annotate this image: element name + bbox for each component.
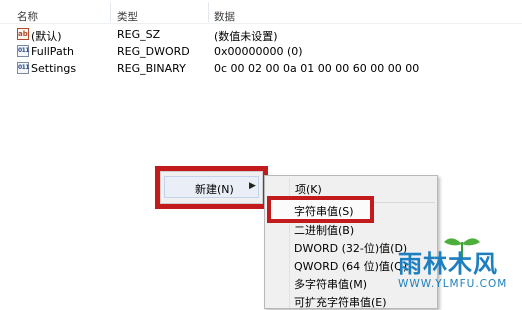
value-name: FullPath [31,45,74,58]
value-type: REG_SZ [117,28,161,41]
registry-value-row[interactable]: 011 FullPath REG_DWORD 0x00000000 (0) [0,44,522,61]
menu-item-multi-string-value[interactable]: 多字符串值(M) [294,276,367,292]
menu-item-new-label: 新建(N) [195,183,234,196]
menu-item-string-value[interactable]: 字符串值(S) [294,203,354,219]
registry-value-row[interactable]: ab (默认) REG_SZ (数值未设置) [0,27,522,44]
value-name: (默认) [31,30,62,43]
list-header: 名称 类型 数据 [0,0,522,24]
context-menu: 新建(N) ▶ [160,171,263,204]
value-type: REG_DWORD [117,45,190,58]
submenu-arrow-icon: ▶ [249,181,256,191]
watermark-text: 雨林木风 [398,250,498,278]
watermark-url: WWW.YLMFU.COM [398,278,508,290]
binary-value-icon: 011 [17,62,30,74]
value-name: Settings [31,62,77,75]
column-divider[interactable] [110,2,111,22]
watermark: 雨林木风 WWW.YLMFU.COM [368,232,522,302]
header-divider [0,23,522,24]
value-data: 0x00000000 (0) [214,45,303,58]
menu-item-binary-value[interactable]: 二进制值(B) [294,222,354,238]
column-header-type[interactable]: 类型 [117,9,138,24]
registry-value-row[interactable]: 011 Settings REG_BINARY 0c 00 02 00 0a 0… [0,61,522,78]
string-value-icon: ab [17,28,29,40]
menu-item-key[interactable]: 项(K) [295,181,322,197]
column-header-name[interactable]: 名称 [17,9,38,24]
column-header-data[interactable]: 数据 [214,9,235,24]
binary-value-icon: 011 [17,45,30,57]
value-data: (数值未设置) [214,30,278,43]
menu-item-new[interactable]: 新建(N) ▶ [164,176,259,198]
value-data: 0c 00 02 00 0a 01 00 00 60 00 00 00 [214,62,420,75]
column-divider[interactable] [208,2,209,22]
value-type: REG_BINARY [117,62,186,75]
